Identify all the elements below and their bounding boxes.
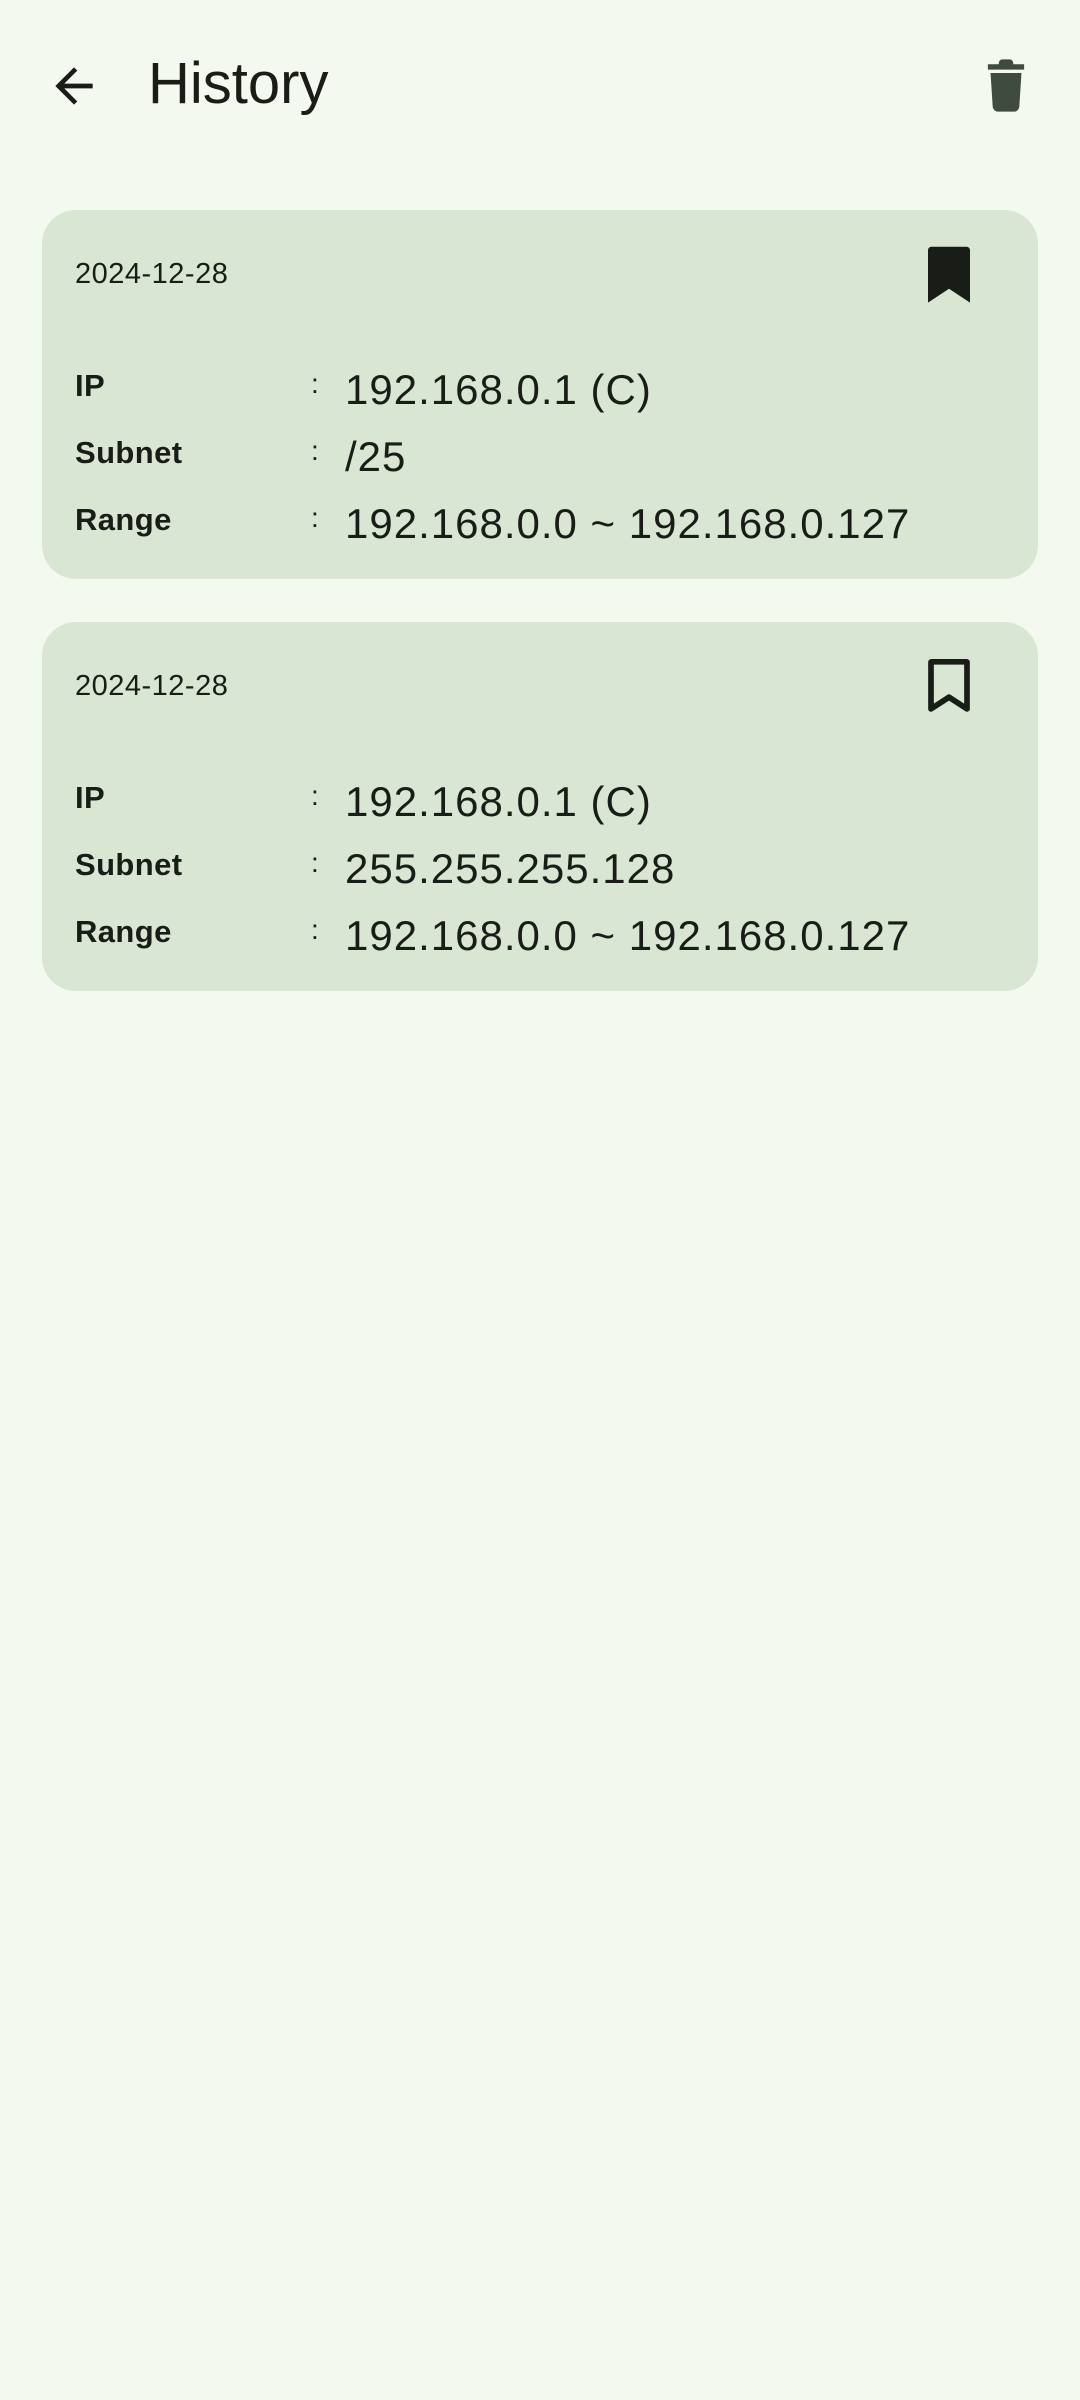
separator-colon: : xyxy=(311,780,319,811)
history-list: 2024-12-28 IP : 192.168.0.1 (C) Subnet :… xyxy=(42,210,1038,1034)
bookmark-button[interactable] xyxy=(916,654,982,720)
range-value: 192.168.0.0 ~ 192.168.0.127 xyxy=(345,500,911,547)
subnet-row: Subnet : /25 xyxy=(75,429,1015,489)
ip-value: 192.168.0.1 (C) xyxy=(345,778,652,825)
back-button[interactable] xyxy=(38,50,110,122)
range-row: Range : 192.168.0.0 ~ 192.168.0.127 xyxy=(75,496,1015,556)
separator-colon: : xyxy=(311,368,319,399)
range-label: Range xyxy=(75,502,172,537)
trash-icon xyxy=(987,59,1025,112)
delete-all-button[interactable] xyxy=(970,50,1042,122)
ip-label: IP xyxy=(75,368,106,403)
ip-value: 192.168.0.1 (C) xyxy=(345,366,652,413)
subnet-row: Subnet : 255.255.255.128 xyxy=(75,841,1015,901)
range-label: Range xyxy=(75,914,172,949)
ip-label: IP xyxy=(75,780,106,815)
history-card[interactable]: 2024-12-28 IP : 192.168.0.1 (C) Subnet :… xyxy=(42,210,1038,579)
bookmark-outline-icon xyxy=(928,658,970,712)
separator-colon: : xyxy=(311,435,319,466)
bookmark-button[interactable] xyxy=(916,242,982,308)
subnet-value: /25 xyxy=(345,433,407,480)
subnet-label: Subnet xyxy=(75,847,183,882)
subnet-value: 255.255.255.128 xyxy=(345,845,676,892)
separator-colon: : xyxy=(311,914,319,945)
range-row: Range : 192.168.0.0 ~ 192.168.0.127 xyxy=(75,908,1015,968)
arrow-back-icon xyxy=(55,67,93,105)
bookmark-filled-icon xyxy=(928,246,970,303)
history-card[interactable]: 2024-12-28 IP : 192.168.0.1 (C) Subnet :… xyxy=(42,622,1038,991)
range-value: 192.168.0.0 ~ 192.168.0.127 xyxy=(345,912,911,959)
subnet-label: Subnet xyxy=(75,435,183,470)
card-date: 2024-12-28 xyxy=(75,670,229,702)
card-date: 2024-12-28 xyxy=(75,258,229,290)
top-app-bar: History xyxy=(0,0,1080,168)
page-title: History xyxy=(148,51,329,116)
ip-row: IP : 192.168.0.1 (C) xyxy=(75,774,1015,834)
separator-colon: : xyxy=(311,847,319,878)
ip-row: IP : 192.168.0.1 (C) xyxy=(75,362,1015,422)
separator-colon: : xyxy=(311,502,319,533)
